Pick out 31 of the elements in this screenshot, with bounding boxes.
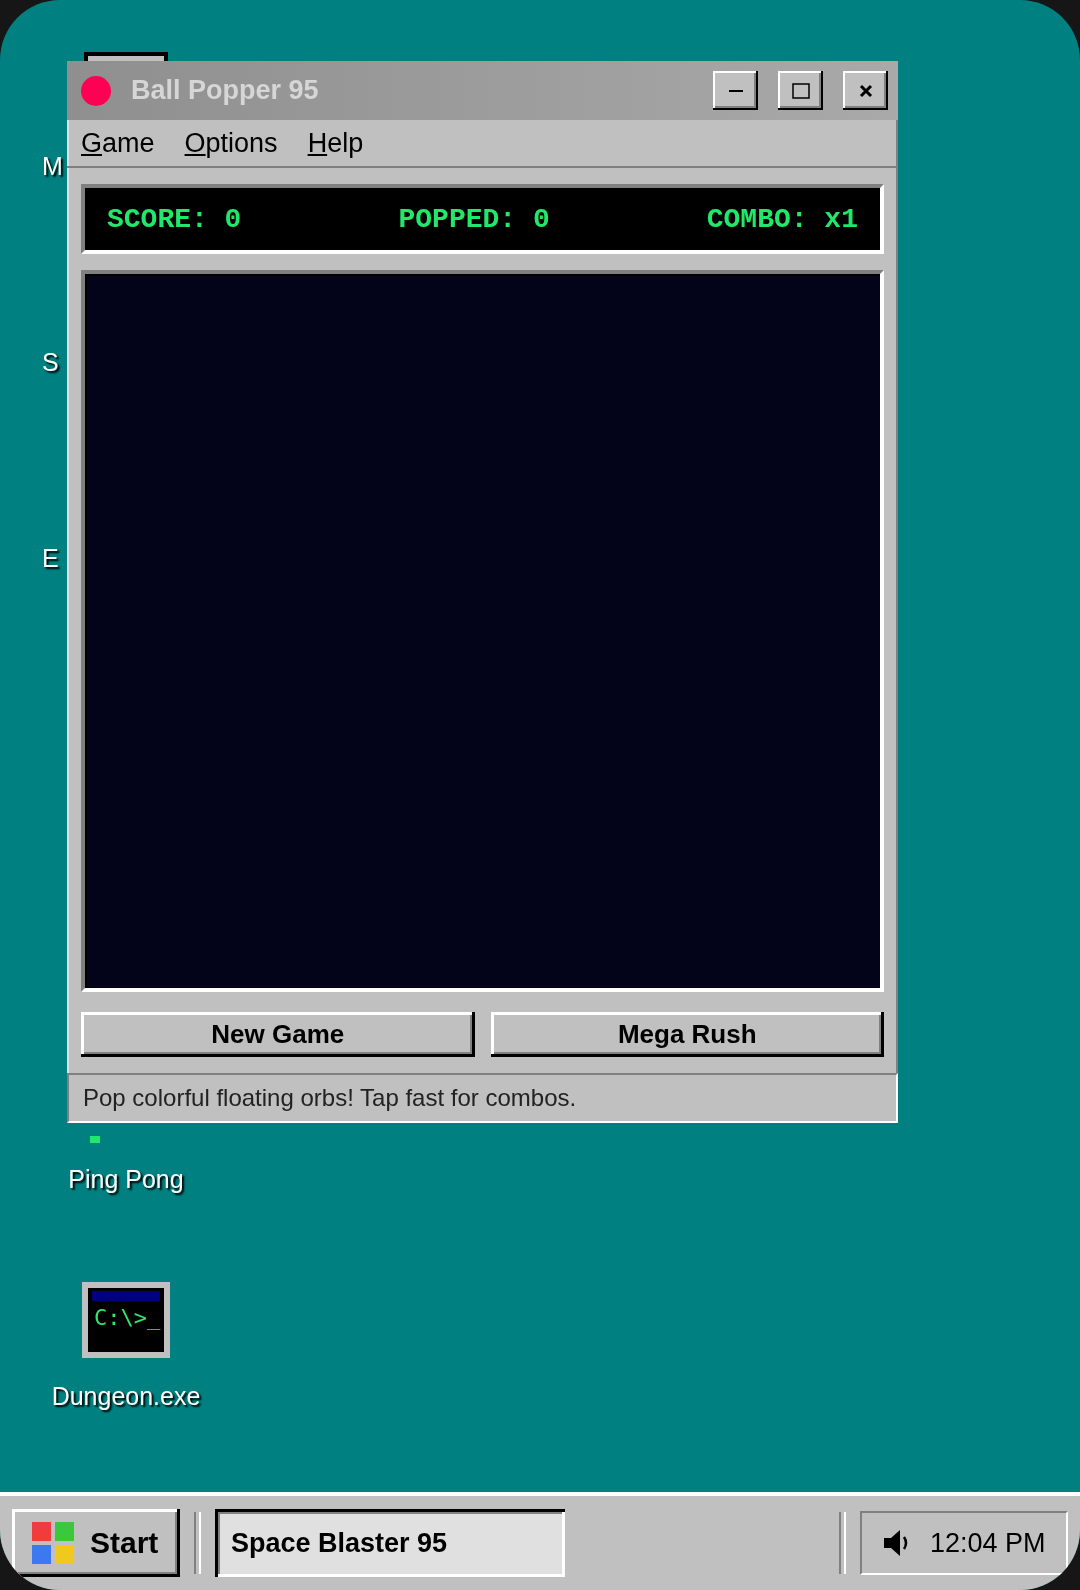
stat-text: COMBO: x1 bbox=[706, 203, 858, 235]
terminal-title-bar bbox=[92, 1291, 160, 1301]
clock: 12:04 PM bbox=[930, 1527, 1046, 1559]
game-button[interactable]: Mega Rush bbox=[490, 1012, 884, 1057]
icon-label[interactable]: Dungeon.exe bbox=[51, 1382, 201, 1411]
icon-label[interactable]: S bbox=[42, 348, 59, 377]
icon-label[interactable]: Ping Pong bbox=[68, 1165, 184, 1194]
maximize-button[interactable] bbox=[778, 71, 823, 110]
icon-label[interactable]: E bbox=[42, 544, 59, 573]
menu-item[interactable]: Game bbox=[81, 127, 155, 159]
terminal-icon[interactable]: C:\>_ bbox=[82, 1282, 170, 1358]
game-button[interactable]: New Game bbox=[81, 1012, 475, 1057]
minimize-button[interactable] bbox=[713, 71, 758, 110]
app-icon[interactable] bbox=[84, 52, 168, 61]
game-area[interactable] bbox=[81, 270, 884, 992]
taskbar-divider bbox=[839, 1512, 846, 1574]
taskbar-divider bbox=[194, 1512, 201, 1574]
icon-text: C:\>_ bbox=[93, 1304, 162, 1332]
stat-text: SCORE: 0 bbox=[107, 203, 242, 235]
windows-logo-icon bbox=[32, 1522, 74, 1564]
menu-item[interactable]: Options bbox=[184, 127, 278, 159]
close-icon bbox=[858, 83, 873, 98]
window-title: Ball Popper 95 bbox=[131, 75, 320, 106]
icon-label[interactable]: M bbox=[42, 152, 63, 181]
task-button[interactable]: Space Blaster 95 bbox=[215, 1509, 565, 1577]
start-button[interactable]: Start bbox=[12, 1509, 180, 1577]
menu-item[interactable]: Help bbox=[307, 127, 364, 159]
status-bar: Pop colorful floating orbs! Tap fast for combos. bbox=[67, 1073, 898, 1123]
maximize-icon bbox=[791, 82, 810, 99]
close-button[interactable] bbox=[843, 71, 888, 110]
stat-text: POPPED: 0 bbox=[398, 203, 550, 235]
